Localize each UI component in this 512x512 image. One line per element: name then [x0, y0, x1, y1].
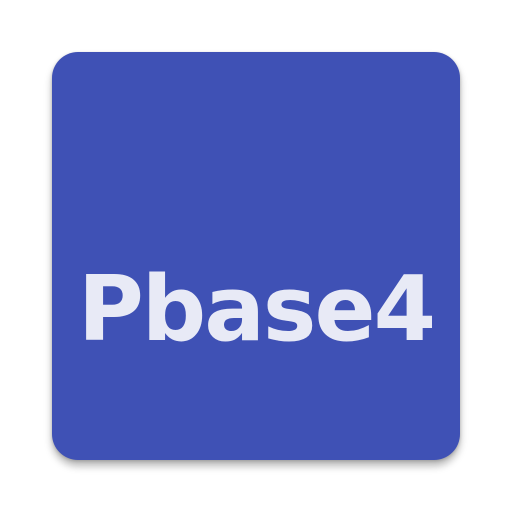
app-icon[interactable]: Pbase4: [52, 52, 460, 460]
icon-canvas: Pbase4: [0, 0, 512, 512]
app-icon-label: Pbase4: [77, 257, 436, 362]
